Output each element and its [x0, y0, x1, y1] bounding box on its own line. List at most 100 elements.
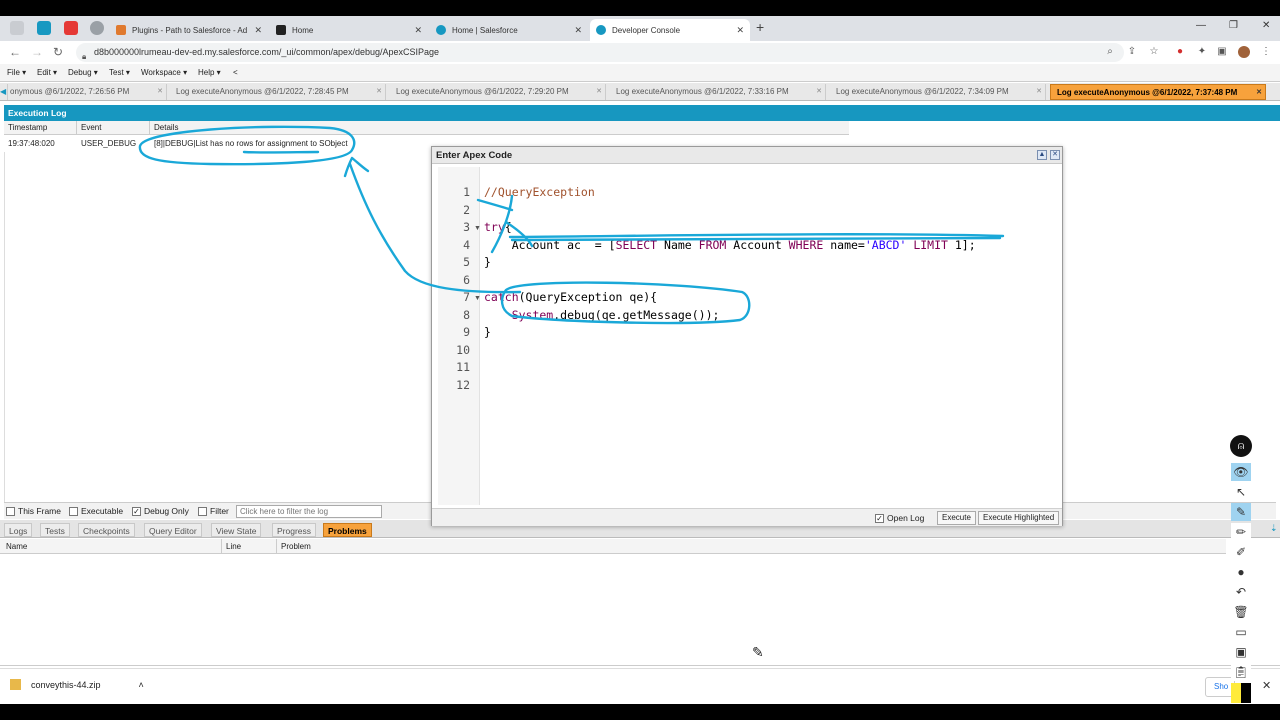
log-tab[interactable]: Log executeAnonymous @6/1/2022, 7:33:16 … — [610, 84, 826, 100]
log-tab-label: Log executeAnonymous @6/1/2022, 7:37:48 … — [1057, 88, 1238, 97]
log-tab[interactable]: onymous @6/1/2022, 7:26:56 PM ✕ — [8, 84, 167, 100]
chevron-up-icon[interactable]: ˄ — [139, 680, 144, 690]
tab-tests[interactable]: Tests — [40, 523, 70, 537]
dot-brush-icon[interactable]: ● — [1231, 563, 1251, 581]
tab-progress[interactable]: Progress — [272, 523, 317, 537]
log-tab-label: Log executeAnonymous @6/1/2022, 7:29:20 … — [396, 87, 569, 96]
fold-arrow-icon[interactable]: ▼ — [474, 295, 481, 302]
plugins-favicon-icon — [116, 25, 126, 35]
column-problem[interactable]: Problem — [281, 542, 311, 551]
trash-icon[interactable]: 🗑︎ — [1231, 603, 1251, 621]
close-log-tab-icon[interactable]: ✕ — [376, 84, 382, 100]
browser-tab-developer-console[interactable]: Developer Console ✕ — [590, 19, 750, 41]
menu-file[interactable]: File ▾ — [7, 68, 26, 77]
execute-highlighted-button[interactable]: Execute Highlighted — [978, 511, 1060, 525]
executable-checkbox[interactable]: Executable — [69, 506, 123, 516]
column-name[interactable]: Name — [6, 542, 27, 551]
close-log-tab-icon[interactable]: ✕ — [816, 84, 822, 100]
back-icon[interactable]: ← — [9, 45, 21, 59]
close-dialog-icon[interactable]: ✕ — [1050, 150, 1060, 160]
filter-log-input[interactable] — [236, 505, 382, 518]
bookmark-star-icon[interactable]: ☆ — [1148, 46, 1160, 58]
tab-view-state[interactable]: View State — [211, 523, 262, 537]
pinned-tab-youtube-icon[interactable] — [64, 21, 78, 35]
apex-code-editor[interactable]: //QueryException try{ Account ac = [SELE… — [484, 167, 1060, 505]
marker-icon[interactable]: ✎ — [1231, 503, 1251, 521]
share-icon[interactable]: ⇪ — [1126, 46, 1138, 58]
address-bar[interactable]: 🔒︎ d8b000000lrumeau-dev-ed.my.salesforce… — [76, 43, 1124, 62]
log-tab[interactable]: Log executeAnonymous @6/1/2022, 7:28:45 … — [170, 84, 386, 100]
browser-tab-home[interactable]: Home ✕ — [270, 19, 428, 41]
highlighter-icon[interactable]: ✐ — [1231, 543, 1251, 561]
filter-checkbox[interactable]: Filter — [198, 506, 229, 516]
close-tab-icon[interactable]: ✕ — [574, 25, 582, 36]
extensions-puzzle-icon[interactable]: ✦ — [1196, 46, 1208, 58]
code-text: .debug(qe.getMessage()); — [553, 308, 720, 322]
line-number: 4 — [463, 238, 470, 252]
log-tab-active[interactable]: Log executeAnonymous @6/1/2022, 7:37:48 … — [1050, 84, 1266, 100]
close-downloads-icon[interactable]: ✕ — [1262, 679, 1271, 692]
close-tab-icon[interactable]: ✕ — [736, 25, 744, 36]
debug-only-checkbox[interactable]: ✓ Debug Only — [132, 506, 189, 516]
pen-icon[interactable]: ✏ — [1231, 523, 1251, 541]
column-details[interactable]: Details — [154, 123, 178, 132]
fold-arrow-icon[interactable]: ▼ — [474, 225, 481, 232]
maximize-icon[interactable]: ▲ — [1037, 150, 1047, 160]
pinned-tab-salesforce-icon[interactable] — [37, 21, 51, 35]
open-log-checkbox[interactable]: ✓ Open Log — [875, 513, 924, 523]
annotation-app-logo-icon[interactable]: ⍝ — [1230, 435, 1252, 457]
whiteboard-icon[interactable]: ▭ — [1231, 623, 1251, 641]
window-close-icon[interactable]: ✕ — [1262, 20, 1270, 31]
color-palette-icon[interactable] — [1231, 683, 1251, 703]
expand-panel-icon[interactable]: ⇣ — [1270, 523, 1278, 534]
undo-icon[interactable]: ↶ — [1231, 583, 1251, 601]
zoom-icon[interactable]: ⌕ — [1104, 46, 1116, 58]
cursor-icon[interactable]: ↖ — [1231, 483, 1251, 501]
this-frame-checkbox[interactable]: This Frame — [6, 506, 61, 516]
reload-icon[interactable]: ↻ — [53, 45, 63, 59]
forward-icon[interactable]: → — [31, 45, 43, 59]
camera-icon[interactable]: ▣ — [1231, 643, 1251, 661]
tab-logs[interactable]: Logs — [4, 523, 33, 537]
new-tab-button[interactable]: + — [756, 19, 764, 35]
close-tab-icon[interactable]: ✕ — [254, 25, 262, 36]
column-line[interactable]: Line — [226, 542, 241, 551]
minimize-icon[interactable]: — — [1196, 20, 1206, 31]
pinned-tab-globe-icon[interactable] — [90, 21, 104, 35]
column-event[interactable]: Event — [81, 123, 101, 132]
menu-edit[interactable]: Edit ▾ — [37, 68, 57, 77]
profile-avatar[interactable] — [1238, 46, 1250, 58]
column-timestamp[interactable]: Timestamp — [8, 123, 47, 132]
extension-adblock-icon[interactable]: ● — [1174, 46, 1186, 58]
browser-tab-home-salesforce[interactable]: Home | Salesforce ✕ — [430, 19, 588, 41]
close-log-tab-icon[interactable]: ✕ — [157, 84, 163, 100]
close-log-tab-icon[interactable]: ✕ — [596, 84, 602, 100]
console-menu-bar: File ▾ Edit ▾ Debug ▾ Test ▾ Workspace ▾… — [0, 64, 1280, 82]
tab-checkpoints[interactable]: Checkpoints — [78, 523, 135, 537]
log-tab[interactable]: Log executeAnonymous @6/1/2022, 7:29:20 … — [390, 84, 606, 100]
tab-query-editor[interactable]: Query Editor — [144, 523, 202, 537]
eye-icon[interactable]: 👁︎ — [1231, 463, 1251, 481]
menu-test[interactable]: Test ▾ — [109, 68, 130, 77]
menu-back-arrow[interactable]: < — [233, 68, 238, 77]
close-log-tab-icon[interactable]: ✕ — [1256, 85, 1262, 99]
execution-log-header: Execution Log — [4, 105, 1280, 121]
menu-debug[interactable]: Debug ▾ — [68, 68, 98, 77]
pinned-tab-icon[interactable] — [10, 21, 24, 35]
scroll-left-icon[interactable]: ◀ — [0, 84, 8, 100]
download-item[interactable]: conveythis-44.zip ˄ — [10, 679, 144, 690]
log-tab[interactable]: Log executeAnonymous @6/1/2022, 7:34:09 … — [830, 84, 1046, 100]
execute-button[interactable]: Execute — [937, 511, 976, 525]
menu-help[interactable]: Help ▾ — [198, 68, 221, 77]
annotation-toolbar: ⍝ 👁︎ ↖ ✎ ✏ ✐ ● ↶ 🗑︎ ▭ ▣ 📋︎ — [1230, 435, 1252, 703]
restore-icon[interactable]: ❐ — [1229, 20, 1238, 31]
close-log-tab-icon[interactable]: ✕ — [1036, 84, 1042, 100]
clipboard-icon[interactable]: 📋︎ — [1231, 663, 1251, 681]
tab-problems[interactable]: Problems — [323, 523, 372, 537]
menu-workspace[interactable]: Workspace ▾ — [141, 68, 187, 77]
execution-log-columns: Timestamp Event Details — [4, 121, 849, 135]
side-panel-icon[interactable]: ▣ — [1216, 46, 1228, 58]
browser-menu-icon[interactable]: ⋮ — [1260, 46, 1272, 58]
browser-tab-plugins[interactable]: Plugins - Path to Salesforce - Ad ✕ — [110, 19, 268, 41]
close-tab-icon[interactable]: ✕ — [414, 25, 422, 36]
